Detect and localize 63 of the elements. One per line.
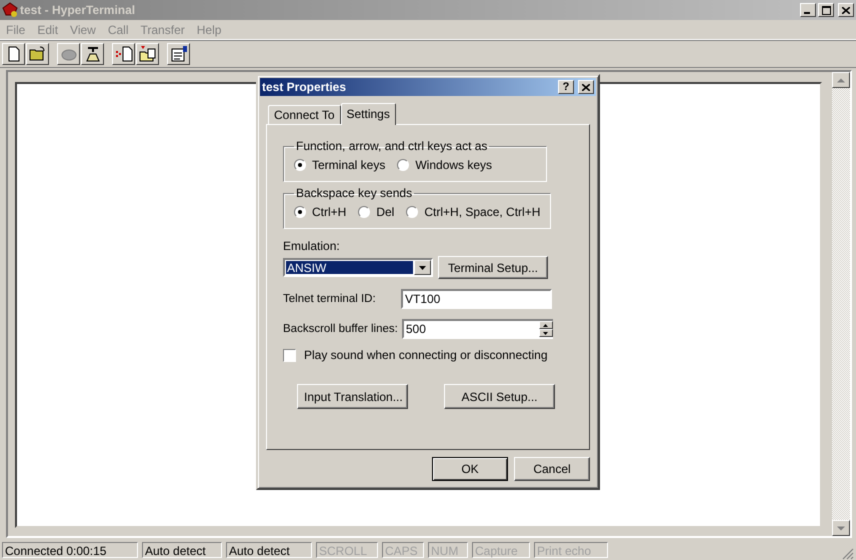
disconnect-button[interactable]	[57, 43, 80, 65]
properties-icon	[170, 45, 188, 63]
send-file-icon	[114, 46, 132, 62]
emulation-dropdown[interactable]: ANSIW	[283, 258, 433, 277]
scroll-down-button[interactable]	[832, 520, 850, 536]
field-label: Telnet terminal ID:	[283, 293, 377, 305]
open-button[interactable]	[26, 43, 49, 65]
close-icon	[842, 6, 850, 14]
close-button[interactable]	[838, 3, 854, 17]
radio-button[interactable]	[358, 206, 370, 218]
maximize-icon	[822, 6, 830, 14]
field-label: Emulation:	[283, 239, 340, 253]
scroll-up-button[interactable]	[832, 72, 850, 88]
radio-option[interactable]: Windows keys	[397, 158, 492, 172]
tab[interactable]: Settings	[340, 103, 396, 125]
dialog-title: test Properties	[262, 80, 348, 94]
receive-folder-icon	[138, 45, 156, 63]
down-arrow-icon	[543, 332, 548, 334]
checkbox-option[interactable]: Play sound when connecting or disconnecting	[283, 348, 548, 362]
resize-grip-icon[interactable]	[842, 548, 854, 560]
radio-button[interactable]	[294, 159, 306, 171]
dialog-button[interactable]: OK	[432, 457, 508, 481]
new-button[interactable]	[2, 43, 25, 65]
radio-option[interactable]: Ctrl+H	[294, 205, 346, 219]
radio-button[interactable]	[406, 206, 418, 218]
up-arrow-icon	[543, 324, 548, 326]
dialog-button[interactable]: Cancel	[514, 457, 590, 481]
radio-option[interactable]: Del	[358, 205, 394, 219]
tab[interactable]: Connect To	[268, 105, 340, 124]
close-button[interactable]	[578, 80, 594, 94]
document-icon	[6, 46, 22, 62]
radio-button[interactable]	[294, 206, 306, 218]
group-title: Backspace key sends	[295, 186, 414, 200]
setup-button[interactable]: Input Translation...	[297, 384, 408, 409]
status-panel: Capture	[472, 542, 530, 558]
receive-button[interactable]	[136, 43, 159, 65]
status-panel: Auto detect	[226, 542, 312, 558]
properties-button[interactable]	[167, 43, 190, 65]
setup-button[interactable]: ASCII Setup...	[444, 384, 555, 409]
group-title: Function, arrow, and ctrl keys act as	[295, 139, 488, 153]
window-title: test - HyperTerminal	[20, 3, 136, 17]
terminal-setup-button[interactable]: Terminal Setup...	[438, 256, 548, 279]
checkbox[interactable]	[283, 348, 296, 362]
maximize-button[interactable]	[818, 3, 834, 17]
spin-buttons[interactable]	[538, 319, 553, 339]
folder-icon	[28, 46, 46, 62]
field-label: Backscroll buffer lines:	[283, 323, 399, 335]
send-button[interactable]	[112, 43, 135, 65]
input-field[interactable]: 500	[402, 319, 539, 339]
down-arrow-icon	[837, 526, 845, 530]
dial-button[interactable]	[81, 43, 104, 65]
close-icon	[582, 84, 590, 90]
status-panel: Connected 0:00:15	[2, 542, 138, 558]
scrollbar[interactable]	[832, 72, 850, 536]
up-arrow-icon	[837, 78, 845, 82]
status-panel: Auto detect	[142, 542, 222, 558]
radio-button[interactable]	[397, 159, 410, 171]
radio-option[interactable]: Ctrl+H, Space, Ctrl+H	[406, 205, 540, 219]
help-button[interactable]: ?	[558, 80, 574, 94]
minimize-button[interactable]	[800, 3, 816, 17]
dropdown-arrow-icon	[419, 266, 426, 270]
radio-option[interactable]: Terminal keys	[294, 158, 386, 172]
input-field[interactable]: VT100	[401, 289, 552, 309]
